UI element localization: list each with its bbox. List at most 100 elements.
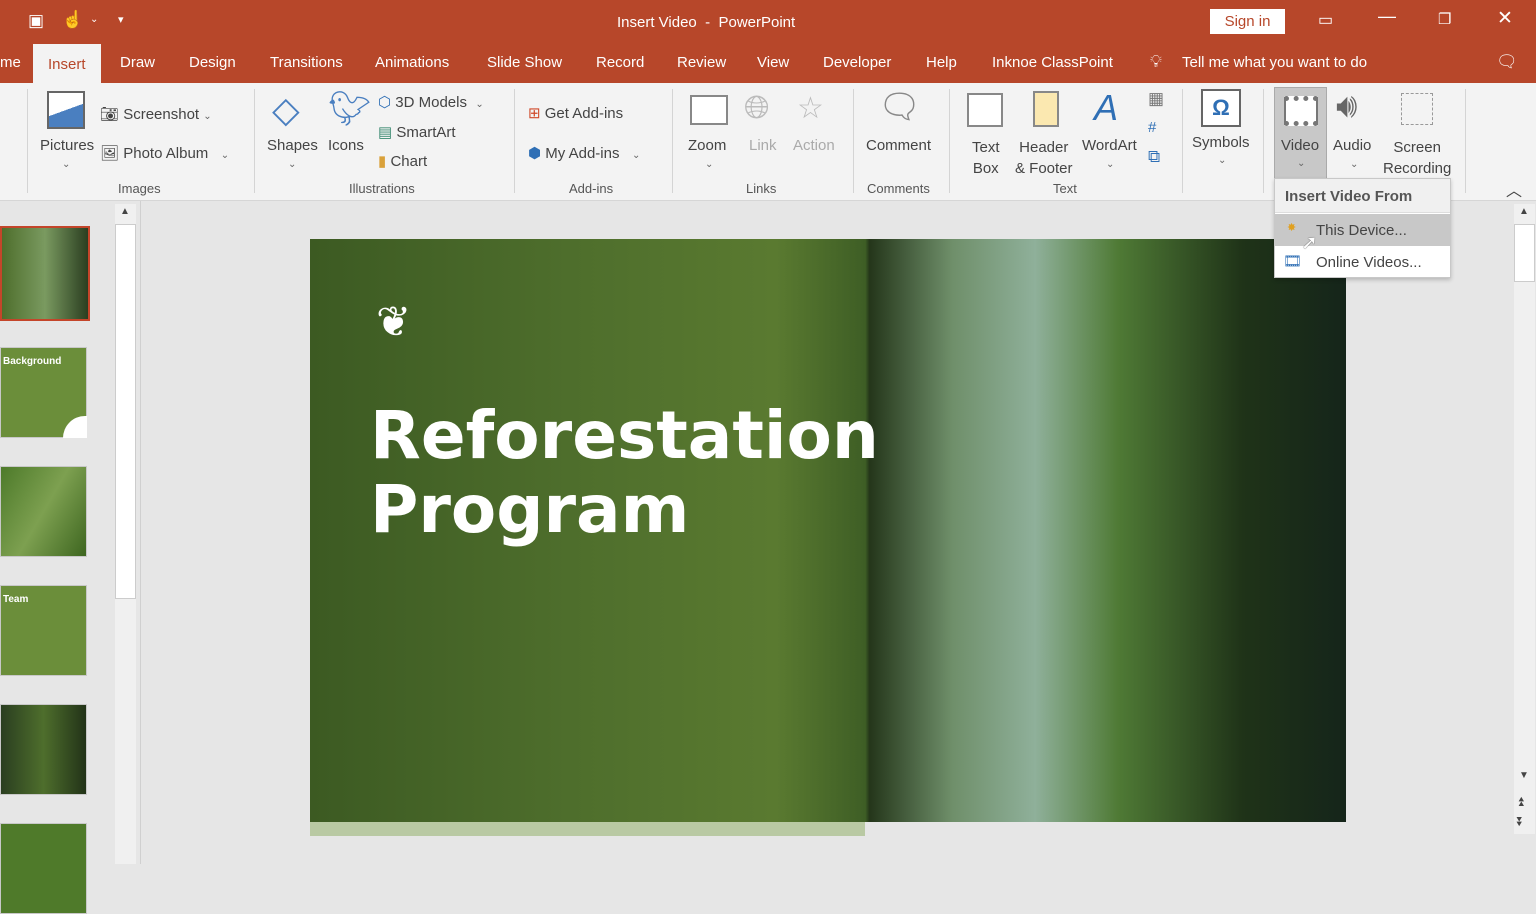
slide-canvas[interactable]: ❦ Reforestation Program xyxy=(310,239,1346,822)
screen-recording-icon xyxy=(1401,93,1433,125)
tab-insert[interactable]: Insert xyxy=(33,44,101,83)
slide-thumbnail-5[interactable] xyxy=(0,704,87,795)
tell-me-search[interactable]: Tell me what you want to do xyxy=(1182,54,1367,71)
tab-classpoint[interactable]: Inknoe ClassPoint xyxy=(992,54,1113,71)
zoom-button[interactable]: Zoom xyxy=(688,137,726,154)
tab-help[interactable]: Help xyxy=(926,54,957,71)
smartart-icon: ▤ xyxy=(378,124,393,141)
chart-button[interactable]: ▮ Chart xyxy=(378,152,427,170)
group-label-text: Text xyxy=(1053,181,1077,196)
minimize-icon[interactable]: — xyxy=(1378,6,1396,27)
film-icon xyxy=(1284,96,1318,126)
slide-accent-bar xyxy=(310,822,865,836)
link-icon: 🌐︎ xyxy=(744,89,770,125)
tab-developer[interactable]: Developer xyxy=(823,54,891,71)
sign-in-button[interactable]: Sign in xyxy=(1210,9,1285,34)
slide-number-icon[interactable]: # xyxy=(1148,119,1156,136)
scroll-up-icon[interactable]: ▲ xyxy=(120,206,130,217)
restore-icon[interactable]: ❐ xyxy=(1438,10,1451,28)
3d-models-button[interactable]: ⬡ 3D Models ⌄ xyxy=(378,93,484,111)
tab-home[interactable]: me xyxy=(0,54,21,71)
present-icon[interactable]: ▣ xyxy=(28,11,44,31)
date-time-icon[interactable]: ▦ xyxy=(1148,89,1164,109)
my-addins-button[interactable]: ⬢ My Add-ins ⌄ xyxy=(528,144,640,162)
icons-icon: 🐦︎ xyxy=(328,90,372,128)
video-button[interactable]: Video ⌄ xyxy=(1274,87,1327,180)
icons-button[interactable]: Icons xyxy=(328,137,364,154)
chevron-down-icon: ⌄ xyxy=(1297,158,1306,169)
symbols-button[interactable]: Symbols xyxy=(1192,134,1250,151)
wordart-button[interactable]: WordArt xyxy=(1082,137,1137,154)
speaker-icon: 🔊︎ xyxy=(1336,87,1358,125)
slide-thumbnail-1[interactable] xyxy=(0,226,90,321)
slide-thumbnails: Background Team xyxy=(0,201,112,914)
tab-transitions[interactable]: Transitions xyxy=(270,54,343,71)
slide-thumbnail-4[interactable]: Team xyxy=(0,585,87,676)
chevron-down-icon: ⌄ xyxy=(1106,159,1115,170)
comment-button[interactable]: Comment xyxy=(866,137,931,154)
photo-album-button[interactable]: 🖼︎ Photo Album ⌄ xyxy=(100,144,229,162)
text-box-button[interactable]: Text Box xyxy=(972,137,1000,179)
menu-item-label: This Device... xyxy=(1316,222,1407,239)
customize-qat-icon[interactable]: ▾ xyxy=(118,13,124,26)
pictures-button[interactable]: Pictures xyxy=(40,137,94,154)
slide-thumbnail-3[interactable] xyxy=(0,466,87,557)
tab-review[interactable]: Review xyxy=(677,54,726,71)
scroll-down-icon[interactable]: ▼ xyxy=(1519,770,1529,781)
thumbnail-scrollbar[interactable]: ▲ xyxy=(115,204,136,864)
group-label-addins: Add-ins xyxy=(569,181,614,196)
chevron-down-icon[interactable]: ⌄ xyxy=(90,14,98,25)
comments-icon[interactable]: 🗨︎ xyxy=(1496,52,1518,72)
slide-thumbnail-6[interactable] xyxy=(0,823,87,914)
group-label-links: Links xyxy=(746,181,777,196)
screen-recording-button[interactable]: Screen Recording xyxy=(1383,137,1451,179)
header-footer-button[interactable]: Header & Footer xyxy=(1015,137,1073,179)
window-title: Insert Video - PowerPoint xyxy=(617,14,796,31)
scrollbar-thumb[interactable] xyxy=(1514,224,1535,282)
smartart-button[interactable]: ▤ SmartArt xyxy=(378,123,456,141)
wordart-icon: A xyxy=(1094,87,1119,128)
tab-draw[interactable]: Draw xyxy=(120,54,155,71)
group-label-images: Images xyxy=(118,181,161,196)
touch-mode-icon[interactable]: ☝ xyxy=(62,10,83,30)
photo-album-icon: 🖼︎ xyxy=(100,145,120,162)
chevron-down-icon: ⌄ xyxy=(288,159,297,170)
ribbon-display-icon[interactable]: ▭ xyxy=(1318,10,1333,30)
slide-thumbnail-2[interactable]: Background xyxy=(0,347,87,438)
collapse-ribbon-icon[interactable]: ︿ xyxy=(1506,177,1522,201)
action-button[interactable]: Action xyxy=(793,137,835,154)
ribbon-tabs: me Insert Draw Design Transitions Animat… xyxy=(0,42,1536,83)
shapes-button[interactable]: Shapes xyxy=(267,137,318,154)
comment-icon: 🗨︎ xyxy=(878,88,922,126)
slide-scrollbar[interactable]: ▲ ▼ ⏫︎ ⏬︎ xyxy=(1514,204,1535,834)
action-icon: ☆ xyxy=(797,92,824,125)
device-icon: ✸ xyxy=(1287,222,1297,234)
get-addins-button[interactable]: ⊞ Get Add-ins xyxy=(528,104,623,122)
screenshot-button[interactable]: 📷︎ Screenshot ⌄ xyxy=(100,105,212,123)
title-bar: ▣ ☝ ⌄ ▾ Insert Video - PowerPoint Sign i… xyxy=(0,0,1536,42)
object-icon[interactable]: ⧉ xyxy=(1148,147,1160,167)
audio-button[interactable]: Audio xyxy=(1333,137,1371,154)
link-button[interactable]: Link xyxy=(749,137,777,154)
chart-icon: ▮ xyxy=(378,153,387,170)
leaf-logo-icon: ❦ xyxy=(376,298,412,345)
scrollbar-thumb[interactable] xyxy=(115,224,136,599)
close-icon[interactable]: ✕ xyxy=(1497,7,1513,30)
text-box-icon xyxy=(967,93,1003,127)
tab-design[interactable]: Design xyxy=(189,54,236,71)
slide-title[interactable]: Reforestation Program xyxy=(370,399,879,547)
previous-slide-icon[interactable]: ⏫︎ xyxy=(1517,794,1524,810)
tab-record[interactable]: Record xyxy=(596,54,644,71)
video-label: Video xyxy=(1281,137,1320,154)
menu-header: Insert Video From xyxy=(1275,179,1450,213)
tab-animations[interactable]: Animations xyxy=(375,54,449,71)
group-label-illustrations: Illustrations xyxy=(349,181,415,196)
scroll-up-icon[interactable]: ▲ xyxy=(1519,206,1529,217)
tab-view[interactable]: View xyxy=(757,54,789,71)
next-slide-icon[interactable]: ⏬︎ xyxy=(1517,814,1524,830)
chevron-down-icon[interactable]: ⌄ xyxy=(62,159,70,170)
omega-icon: Ω xyxy=(1201,89,1241,127)
cube-icon: ⬡ xyxy=(378,94,392,111)
tab-slide-show[interactable]: Slide Show xyxy=(487,54,562,71)
zoom-icon xyxy=(690,95,728,125)
